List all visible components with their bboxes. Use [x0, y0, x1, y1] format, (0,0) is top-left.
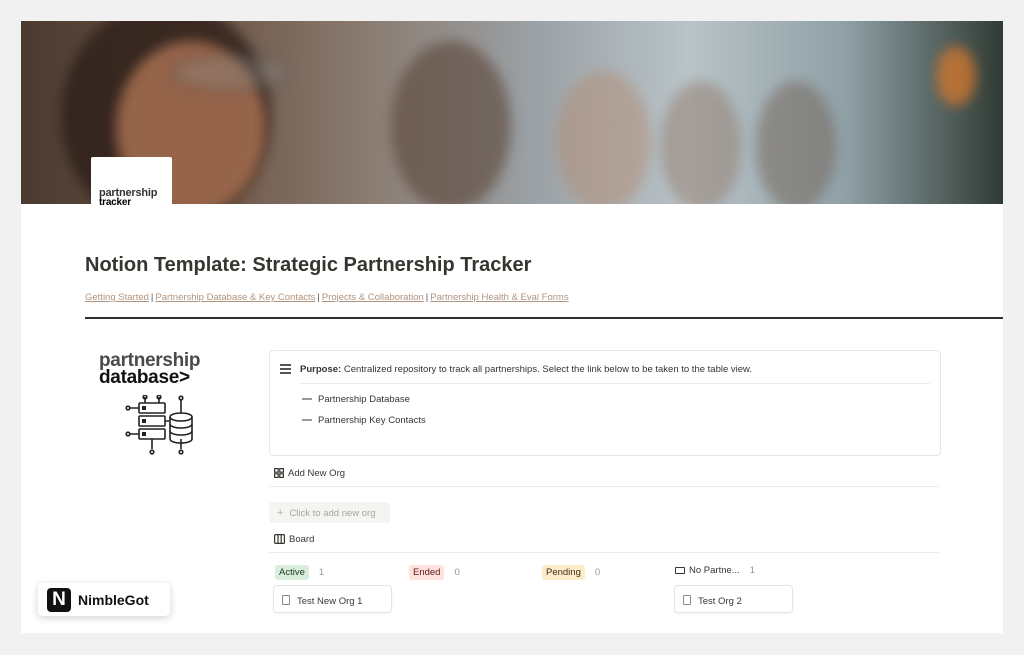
link-label: Partnership Database — [318, 394, 410, 405]
column-ended[interactable]: Ended 0 — [409, 565, 460, 580]
nav-separator: | — [317, 292, 320, 303]
arrow-icon — [302, 419, 312, 422]
database-icon — [125, 395, 193, 455]
plus-icon: + — [277, 507, 284, 519]
add-new-org-view[interactable]: Add New Org — [274, 468, 345, 479]
column-active[interactable]: Active 1 — [275, 565, 324, 580]
board-card[interactable]: Test Org 2 — [674, 585, 793, 613]
inbox-icon — [675, 567, 685, 574]
nav-separator: | — [150, 292, 154, 303]
status-tag-no-partner: No Partne... — [689, 565, 740, 576]
gallery-icon — [274, 468, 284, 479]
nav-link-getting-started[interactable]: Getting Started — [85, 292, 149, 303]
nimblegot-logo: N — [47, 588, 71, 612]
cover-badge: partnership tracker — [91, 157, 172, 208]
nav-link-projects[interactable]: Projects & Collaboration — [322, 292, 424, 303]
nav-separator: | — [425, 292, 429, 303]
card-title: Test Org 2 — [698, 596, 742, 607]
status-tag-active: Active — [275, 565, 309, 580]
column-no-partner[interactable]: No Partne... 1 — [675, 565, 755, 576]
card-title: Test New Org 1 — [297, 596, 363, 607]
link-label: Partnership Key Contacts — [318, 415, 426, 426]
link-partnership-database[interactable]: Partnership Database — [302, 394, 410, 405]
nimblegot-text: NimbleGot — [78, 592, 149, 608]
status-tag-pending: Pending — [542, 565, 585, 580]
section-divider — [85, 317, 1003, 319]
nimblegot-badge: N NimbleGot — [38, 583, 170, 616]
board-icon — [274, 534, 285, 545]
page-icon — [683, 595, 691, 605]
page-frame: partnership tracker Notion Template: Str… — [21, 21, 1003, 633]
nav-link-health[interactable]: Partnership Health & Eval Forms — [430, 292, 568, 303]
badge-line-2: tracker — [99, 197, 131, 208]
column-count: 0 — [454, 567, 460, 578]
page-title: Notion Template: Strategic Partnership T… — [85, 254, 532, 276]
purpose-description: Centralized repository to track all part… — [341, 364, 753, 375]
arrow-icon — [302, 398, 312, 401]
logo-line-2: database> — [99, 367, 190, 388]
add-button-label: Click to add new org — [289, 508, 376, 519]
nav-link-database[interactable]: Partnership Database & Key Contacts — [155, 292, 315, 303]
purpose-text: Purpose: Centralized repository to track… — [300, 364, 752, 375]
column-count: 1 — [318, 567, 325, 578]
board-divider — [269, 552, 939, 553]
purpose-label: Purpose: — [300, 364, 342, 375]
page-icon — [282, 595, 290, 605]
column-pending[interactable]: Pending 0 — [542, 565, 600, 580]
column-count: 1 — [749, 565, 755, 576]
column-count: 0 — [594, 567, 601, 578]
view-divider — [269, 486, 939, 487]
callout-divider — [300, 383, 930, 384]
link-partnership-key-contacts[interactable]: Partnership Key Contacts — [302, 415, 426, 426]
board-view-tab[interactable]: Board — [274, 534, 314, 545]
board-title-label: Board — [289, 534, 315, 545]
add-new-org-button[interactable]: + Click to add new org — [269, 502, 390, 523]
nav-links: Getting Started | Partnership Database & K… — [85, 292, 569, 303]
status-tag-ended: Ended — [409, 565, 445, 580]
board-card[interactable]: Test New Org 1 — [273, 585, 392, 613]
purpose-callout: Purpose: Centralized repository to track… — [269, 350, 941, 456]
view-title-label: Add New Org — [288, 468, 346, 479]
list-icon — [280, 364, 291, 374]
